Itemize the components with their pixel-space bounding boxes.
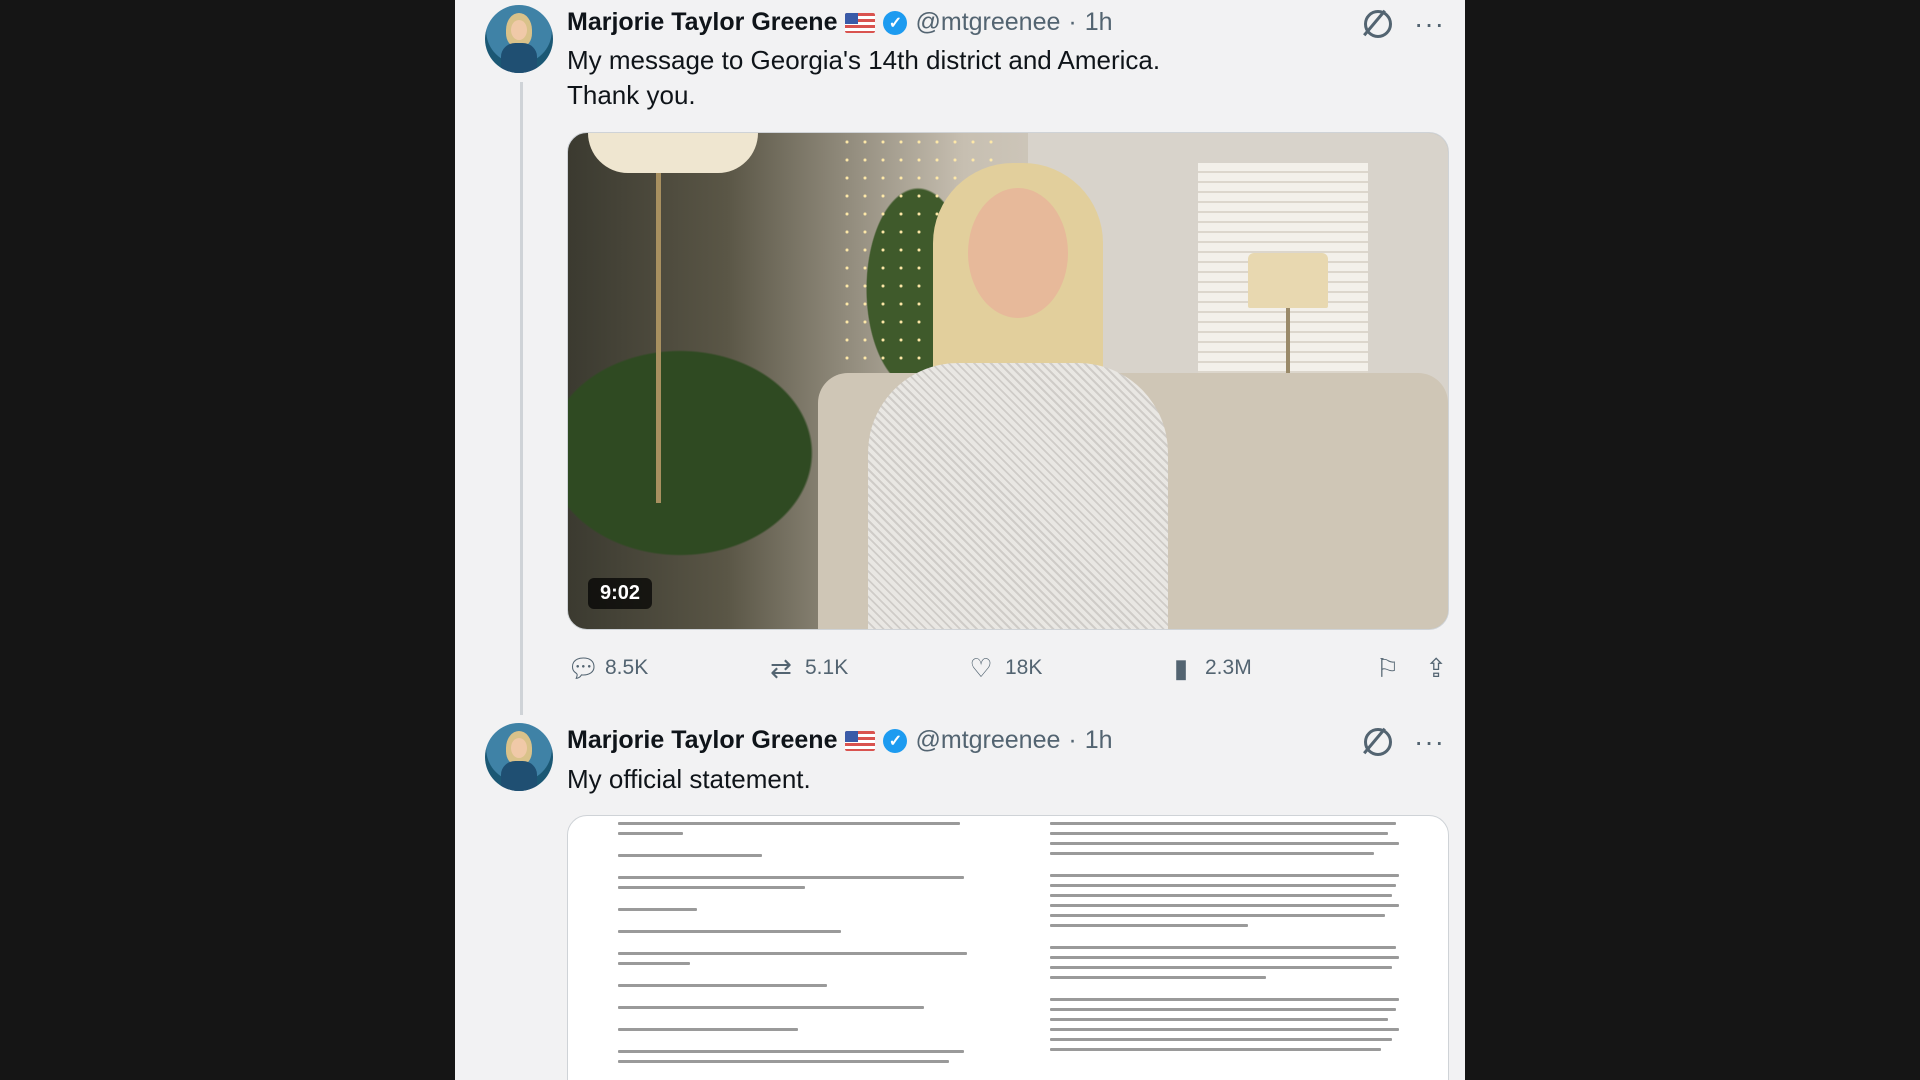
- tweet-top-actions: ···: [1364, 10, 1445, 38]
- video-frame-plants: [568, 323, 848, 583]
- like-count: 18K: [1005, 656, 1043, 679]
- tweet-top-actions: ···: [1364, 728, 1445, 756]
- verified-badge-icon[interactable]: ✓: [883, 728, 908, 753]
- tweet[interactable]: Marjorie Taylor Greene ✓ @mtgreenee · 1h…: [455, 715, 1465, 1080]
- reply-count: 8.5K: [605, 656, 649, 679]
- timestamp[interactable]: 1h: [1085, 8, 1113, 37]
- tweet-header: Marjorie Taylor Greene ✓ @mtgreenee · 1h: [567, 726, 1113, 755]
- video-frame-lamp: [1248, 253, 1328, 308]
- repost-count: 5.1K: [805, 656, 849, 679]
- tweet-text: My message to Georgia's 14th district an…: [567, 43, 1160, 113]
- grok-icon[interactable]: [1364, 728, 1393, 756]
- grok-icon[interactable]: [1364, 10, 1393, 38]
- views-icon: ▮: [1173, 652, 1189, 683]
- repost-icon: ⇄: [770, 652, 792, 683]
- share-icon[interactable]: ⇪: [1425, 653, 1447, 684]
- tweet-text-line: Thank you.: [567, 80, 696, 110]
- tweet[interactable]: Marjorie Taylor Greene ✓ @mtgreenee · 1h…: [455, 0, 1465, 715]
- verified-badge-icon[interactable]: ✓: [883, 10, 908, 35]
- avatar[interactable]: [485, 723, 553, 791]
- author-handle[interactable]: @mtgreenee: [915, 726, 1060, 755]
- repost-button[interactable]: ⇄ 5.1K: [767, 653, 967, 684]
- timestamp[interactable]: 1h: [1085, 726, 1113, 755]
- tweet-text-line: My official statement.: [567, 764, 811, 794]
- timeline-feed: Marjorie Taylor Greene ✓ @mtgreenee · 1h…: [455, 0, 1465, 1080]
- thread-connector: [520, 82, 523, 715]
- tweet-header: Marjorie Taylor Greene ✓ @mtgreenee · 1h: [567, 8, 1113, 37]
- more-icon[interactable]: ···: [1414, 10, 1445, 38]
- tweet-text-line: My message to Georgia's 14th district an…: [567, 45, 1161, 75]
- views-button[interactable]: ▮ 2.3M: [1167, 653, 1367, 684]
- us-flag-icon: [845, 12, 876, 33]
- video-frame-floor-lamp: [588, 133, 758, 173]
- statement-document-image[interactable]: [567, 815, 1449, 1080]
- document-column: [618, 822, 978, 1070]
- separator: ·: [1068, 8, 1077, 36]
- us-flag-icon: [845, 730, 876, 751]
- separator: ·: [1068, 726, 1077, 754]
- heart-icon: ♡: [969, 652, 993, 683]
- video-player[interactable]: 9:02: [567, 132, 1449, 630]
- bookmark-icon[interactable]: ⚐: [1376, 653, 1399, 684]
- author-handle[interactable]: @mtgreenee: [915, 8, 1060, 37]
- tweet-secondary-actions: ⚐ ⇪: [1376, 653, 1447, 684]
- avatar[interactable]: [485, 5, 553, 73]
- author-name[interactable]: Marjorie Taylor Greene: [567, 8, 837, 37]
- reply-button[interactable]: 💬︎ 8.5K: [567, 653, 767, 684]
- tweet-text: My official statement.: [567, 762, 811, 797]
- like-button[interactable]: ♡ 18K: [967, 653, 1167, 684]
- video-duration: 9:02: [588, 578, 653, 609]
- views-count: 2.3M: [1205, 656, 1252, 679]
- more-icon[interactable]: ···: [1414, 728, 1445, 756]
- reply-icon: 💬︎: [567, 652, 601, 683]
- author-name[interactable]: Marjorie Taylor Greene: [567, 726, 837, 755]
- tweet-actions: 💬︎ 8.5K ⇄ 5.1K ♡ 18K ▮ 2.3M ⚐ ⇪: [567, 650, 1447, 686]
- document-column: [1050, 822, 1410, 1058]
